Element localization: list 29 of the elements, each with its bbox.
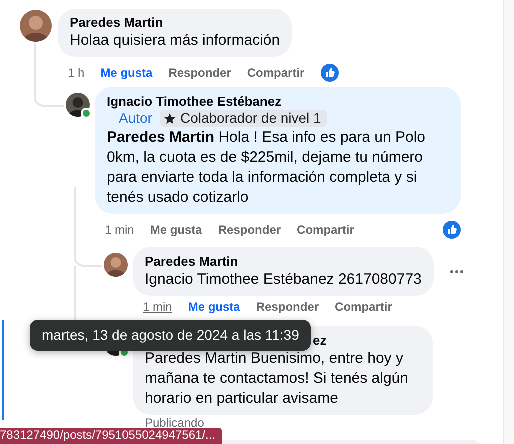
- date-tooltip: martes, 13 de agosto de 2024 a las 11:39: [30, 320, 312, 351]
- timestamp-link[interactable]: 1 h: [68, 65, 85, 81]
- avatar[interactable]: [104, 253, 128, 277]
- timestamp-link[interactable]: 1 min: [105, 222, 134, 238]
- author-name[interactable]: Paredes Martin: [145, 254, 422, 270]
- avatar[interactable]: [20, 10, 52, 42]
- reply-button[interactable]: Responder: [168, 65, 232, 81]
- author-name[interactable]: Paredes Martin: [70, 15, 280, 31]
- comment-text: Paredes Martin Hola ! Esa info es para un Polo 0km, la cuota es de $225mil, dejame tu número para enviarte toda la información completa y si tenés usado cotizarlo: [107, 128, 427, 208]
- role-label: Autor: [119, 110, 152, 127]
- share-button[interactable]: Compartir: [297, 222, 354, 238]
- like-button[interactable]: Me gusta: [150, 222, 202, 238]
- like-button[interactable]: Me gusta: [188, 299, 240, 315]
- timestamp-link[interactable]: 1 min: [143, 299, 172, 315]
- comment-text: Ignacio Timothee Estébanez 2617080773: [145, 270, 422, 290]
- posting-status: Publicando: [145, 416, 206, 430]
- avatar[interactable]: [66, 93, 90, 117]
- star-icon: [164, 112, 176, 124]
- reply-button[interactable]: Responder: [218, 222, 282, 238]
- thread-connector: [34, 43, 64, 107]
- link-url: 783127490/posts/7951055024947561/...: [0, 428, 222, 444]
- share-button[interactable]: Compartir: [247, 65, 305, 81]
- contributor-badge: Colaborador de nivel 1: [160, 110, 328, 127]
- like-button[interactable]: Me gusta: [100, 65, 153, 81]
- comment-text: Paredes Martin Buenisimo, entre hoy y mañana te contactamos! Si tenés algún horario en particular avisame: [145, 349, 410, 409]
- comment-text: Holaa quisiera más información: [70, 31, 280, 51]
- share-button[interactable]: Compartir: [335, 299, 392, 315]
- reply-button[interactable]: Responder: [256, 299, 320, 315]
- author-name[interactable]: Ignacio Timothee Estébanez: [107, 94, 449, 110]
